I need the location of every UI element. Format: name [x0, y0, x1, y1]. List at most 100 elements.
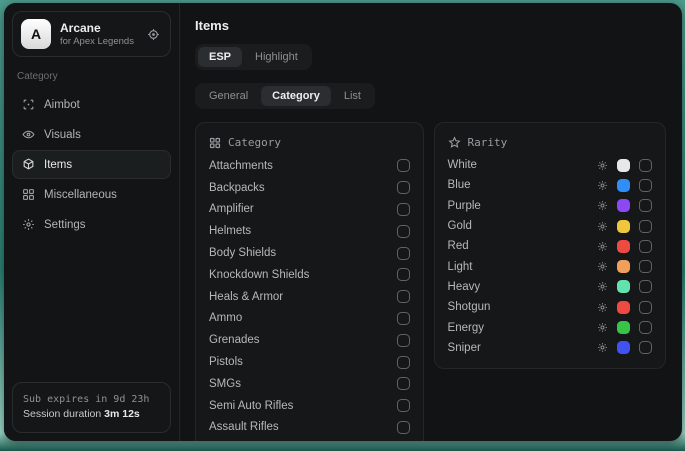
session-duration-value: 3m 12s: [104, 408, 140, 420]
rarity-item-label: Light: [448, 261, 597, 273]
category-checkbox[interactable]: [397, 268, 410, 281]
category-row: Semi Auto Rifles: [209, 395, 410, 417]
rarity-checkbox[interactable]: [639, 179, 652, 192]
app-window: A Arcane for Apex Legends Category Aimbo…: [4, 3, 682, 441]
mode-esp[interactable]: ESP: [198, 47, 242, 67]
main-content: Items ESPHighlight GeneralCategoryList C…: [180, 3, 682, 441]
brand-logo: A: [21, 19, 51, 49]
rarity-color-swatch[interactable]: [617, 301, 630, 314]
category-row: LMGs: [209, 438, 410, 441]
gear-icon: [22, 218, 35, 231]
rarity-checkbox[interactable]: [639, 220, 652, 233]
rarity-checkbox[interactable]: [639, 260, 652, 273]
category-row: Pistols: [209, 351, 410, 373]
rarity-checkbox[interactable]: [639, 280, 652, 293]
sidebar-item-label: Items: [44, 159, 72, 171]
category-row: Heals & Armor: [209, 286, 410, 308]
sidebar-item-items[interactable]: Items: [12, 150, 171, 179]
sidebar: A Arcane for Apex Legends Category Aimbo…: [4, 3, 180, 441]
gear-icon[interactable]: [597, 261, 608, 272]
category-row: Backpacks: [209, 177, 410, 199]
category-checkbox[interactable]: [397, 312, 410, 325]
rarity-item-label: Purple: [448, 200, 597, 212]
tab-category[interactable]: Category: [261, 86, 331, 106]
brand-subtitle: for Apex Legends: [60, 36, 136, 48]
rarity-row: Energy: [448, 317, 652, 337]
category-checkbox[interactable]: [397, 203, 410, 216]
target-icon[interactable]: [145, 26, 162, 43]
rarity-panel-title: Rarity: [468, 136, 508, 149]
brand-card: A Arcane for Apex Legends: [12, 11, 171, 57]
category-item-label: Body Shields: [209, 247, 397, 259]
sidebar-item-settings[interactable]: Settings: [12, 210, 171, 239]
mode-highlight[interactable]: Highlight: [244, 47, 309, 67]
rarity-color-swatch[interactable]: [617, 220, 630, 233]
category-item-label: Backpacks: [209, 182, 397, 194]
gear-icon[interactable]: [597, 180, 608, 191]
tab-bar: GeneralCategoryList: [195, 83, 375, 109]
rarity-row: Heavy: [448, 277, 652, 297]
session-duration-text: Session duration 3m 12s: [23, 407, 160, 423]
gear-icon[interactable]: [597, 221, 608, 232]
gear-icon[interactable]: [597, 200, 608, 211]
gear-icon[interactable]: [597, 342, 608, 353]
rarity-row: Gold: [448, 216, 652, 236]
rarity-item-label: White: [448, 159, 597, 171]
tab-general[interactable]: General: [198, 86, 259, 106]
rarity-checkbox[interactable]: [639, 159, 652, 172]
category-checkbox[interactable]: [397, 159, 410, 172]
rarity-item-label: Red: [448, 240, 597, 252]
rarity-color-swatch[interactable]: [617, 280, 630, 293]
sidebar-item-label: Visuals: [44, 129, 81, 141]
cube-icon: [22, 158, 35, 171]
rarity-checkbox[interactable]: [639, 321, 652, 334]
rarity-color-swatch[interactable]: [617, 240, 630, 253]
grid-icon: [209, 137, 221, 149]
rarity-row: Blue: [448, 175, 652, 195]
rarity-checkbox[interactable]: [639, 301, 652, 314]
gear-icon[interactable]: [597, 281, 608, 292]
sidebar-item-label: Miscellaneous: [44, 189, 117, 201]
rarity-color-swatch[interactable]: [617, 199, 630, 212]
rarity-row: Shotgun: [448, 297, 652, 317]
rarity-row: Red: [448, 236, 652, 256]
rarity-color-swatch[interactable]: [617, 260, 630, 273]
brand-name: Arcane: [60, 21, 136, 36]
gear-icon[interactable]: [597, 302, 608, 313]
category-row: Grenades: [209, 329, 410, 351]
tab-list[interactable]: List: [333, 86, 372, 106]
rarity-color-swatch[interactable]: [617, 159, 630, 172]
rarity-row: Purple: [448, 196, 652, 216]
rarity-color-swatch[interactable]: [617, 321, 630, 334]
grid-icon: [22, 188, 35, 201]
gear-icon[interactable]: [597, 160, 608, 171]
category-row: Ammo: [209, 308, 410, 330]
category-checkbox[interactable]: [397, 247, 410, 260]
category-item-label: Heals & Armor: [209, 291, 397, 303]
category-row: Assault Rifles: [209, 417, 410, 439]
category-checkbox[interactable]: [397, 225, 410, 238]
sidebar-item-label: Aimbot: [44, 99, 80, 111]
sidebar-item-miscellaneous[interactable]: Miscellaneous: [12, 180, 171, 209]
category-checkbox[interactable]: [397, 356, 410, 369]
category-checkbox[interactable]: [397, 334, 410, 347]
category-checkbox[interactable]: [397, 181, 410, 194]
rarity-checkbox[interactable]: [639, 240, 652, 253]
category-checkbox[interactable]: [397, 377, 410, 390]
gear-icon[interactable]: [597, 241, 608, 252]
subscription-card: Sub expires in 9d 23h Session duration 3…: [12, 382, 171, 433]
rarity-row: Light: [448, 256, 652, 276]
category-checkbox[interactable]: [397, 399, 410, 412]
rarity-color-swatch[interactable]: [617, 179, 630, 192]
rarity-checkbox[interactable]: [639, 199, 652, 212]
gear-icon[interactable]: [597, 322, 608, 333]
rarity-checkbox[interactable]: [639, 341, 652, 354]
rarity-color-swatch[interactable]: [617, 341, 630, 354]
category-item-label: SMGs: [209, 378, 397, 390]
category-checkbox[interactable]: [397, 290, 410, 303]
category-row: Helmets: [209, 220, 410, 242]
category-item-label: Assault Rifles: [209, 421, 397, 433]
sidebar-item-visuals[interactable]: Visuals: [12, 120, 171, 149]
category-checkbox[interactable]: [397, 421, 410, 434]
sidebar-item-aimbot[interactable]: Aimbot: [12, 90, 171, 119]
